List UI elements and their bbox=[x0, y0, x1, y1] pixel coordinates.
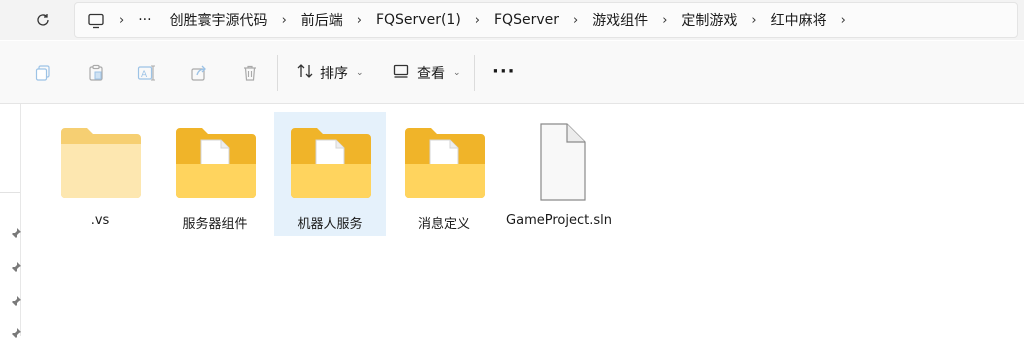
pin-icon[interactable] bbox=[10, 258, 22, 273]
chevron-right-icon: › bbox=[572, 12, 579, 28]
sort-button[interactable]: 排序 ⌄ bbox=[296, 61, 364, 85]
breadcrumb-item[interactable]: FQServer(1) bbox=[376, 12, 461, 28]
sort-icon bbox=[296, 63, 314, 83]
file-name: 消息定义 bbox=[417, 217, 470, 232]
chevron-right-icon: › bbox=[356, 12, 362, 28]
file-name: 机器人服务 bbox=[297, 217, 363, 232]
paste-icon[interactable] bbox=[86, 63, 106, 83]
share-icon[interactable] bbox=[189, 63, 209, 83]
chevron-right-icon: › bbox=[474, 12, 480, 28]
pin-icon[interactable] bbox=[10, 324, 22, 339]
svg-text:A: A bbox=[141, 70, 148, 80]
file-name: GameProject.sln bbox=[506, 213, 612, 228]
chevron-right-icon: › bbox=[119, 12, 125, 28]
breadcrumb-item[interactable]: 定制游戏 bbox=[681, 10, 737, 30]
folder-with-files-icon bbox=[402, 122, 488, 202]
address-bar[interactable]: › ··· 创胜寰宇源代码 › 前后端 › FQServer(1) › FQSe… bbox=[74, 2, 1018, 38]
sort-label: 排序 bbox=[320, 66, 348, 82]
chevron-right-icon: › bbox=[662, 12, 668, 28]
copy-icon[interactable] bbox=[33, 63, 53, 83]
breadcrumb-item-current[interactable]: 红中麻将 bbox=[771, 10, 827, 30]
breadcrumb-item[interactable]: 创胜寰宇源代码 bbox=[170, 10, 268, 30]
breadcrumb-overflow[interactable]: ··· bbox=[138, 12, 151, 28]
chevron-down-icon: ⌄ bbox=[453, 68, 461, 78]
folder-with-files-icon bbox=[173, 122, 259, 202]
file-name: 服务器组件 bbox=[182, 217, 248, 232]
chevron-down-icon: ⌄ bbox=[356, 68, 364, 78]
breadcrumb-item[interactable]: 游戏组件 bbox=[592, 10, 648, 30]
file-item[interactable]: GameProject.sln bbox=[503, 112, 615, 236]
refresh-icon[interactable] bbox=[33, 10, 53, 30]
toolbar-divider bbox=[474, 55, 475, 91]
nav-divider bbox=[0, 192, 20, 193]
navigation-pane bbox=[0, 104, 22, 339]
delete-icon[interactable] bbox=[240, 63, 260, 83]
command-bar: A 排序 ⌄ 查看 ⌄ ··· bbox=[0, 41, 1024, 104]
chevron-right-icon[interactable]: › bbox=[841, 13, 846, 28]
address-bar-area: › ··· 创胜寰宇源代码 › 前后端 › FQServer(1) › FQSe… bbox=[0, 0, 1024, 40]
folder-with-files-icon bbox=[288, 122, 374, 202]
view-button[interactable]: 查看 ⌄ bbox=[393, 61, 461, 85]
file-name: .vs bbox=[90, 213, 110, 228]
toolbar-divider bbox=[277, 55, 278, 91]
pin-icon[interactable] bbox=[10, 292, 22, 307]
folder-item-selected[interactable]: 机器人服务 bbox=[274, 112, 386, 236]
folder-item[interactable]: 服务器组件 bbox=[159, 112, 271, 236]
view-label: 查看 bbox=[417, 66, 445, 82]
this-pc-icon[interactable] bbox=[87, 13, 105, 29]
view-icon bbox=[393, 64, 409, 82]
empty-folder-icon bbox=[58, 122, 144, 202]
breadcrumb-item[interactable]: 前后端 bbox=[301, 10, 343, 30]
chevron-right-icon: › bbox=[751, 12, 757, 28]
pin-icon[interactable] bbox=[10, 224, 22, 239]
folder-item[interactable]: .vs bbox=[44, 112, 156, 236]
breadcrumb-item[interactable]: FQServer bbox=[494, 12, 559, 28]
chevron-right-icon: › bbox=[281, 12, 287, 28]
rename-icon[interactable]: A bbox=[137, 63, 157, 83]
folder-item[interactable]: 消息定义 bbox=[388, 112, 500, 236]
more-options-button[interactable]: ··· bbox=[492, 61, 516, 82]
document-file-icon bbox=[517, 122, 603, 202]
